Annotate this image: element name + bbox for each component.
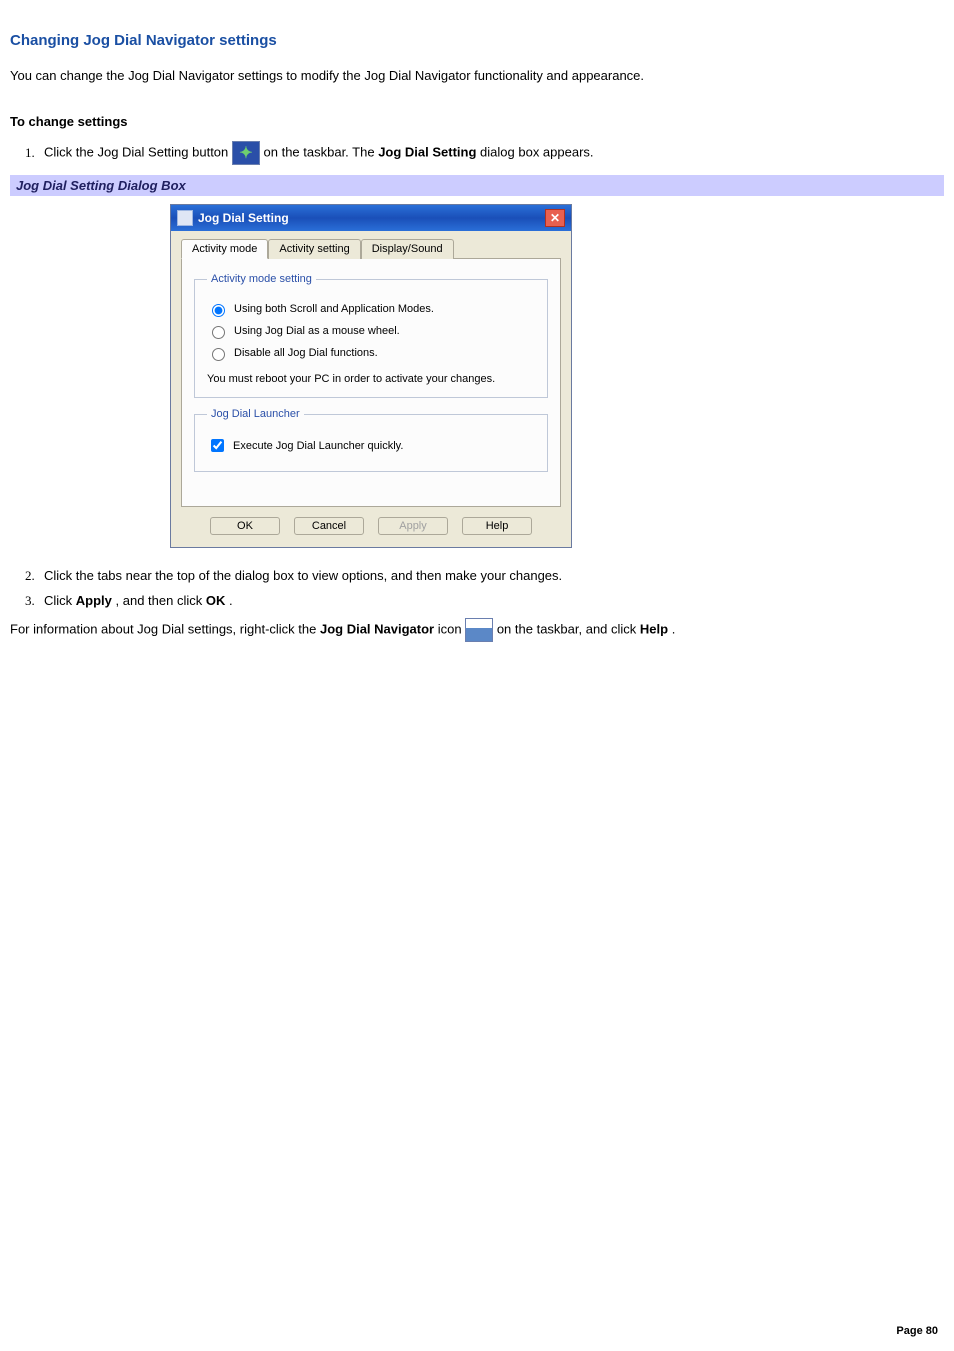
- page-number: Page 80: [896, 1325, 938, 1337]
- step-1-text-a: Click the Jog Dial Setting button: [44, 145, 232, 160]
- step-1: Click the Jog Dial Setting button ✦ on t…: [38, 141, 944, 165]
- activity-mode-legend: Activity mode setting: [207, 273, 316, 285]
- apply-button: Apply: [378, 517, 448, 535]
- step-3-a: Click: [44, 593, 76, 608]
- radio-input-disable[interactable]: [212, 348, 225, 361]
- tab-pane-activity-mode: Activity mode setting Using both Scroll …: [181, 258, 561, 507]
- step-3-c: , and then click: [116, 593, 206, 608]
- dialog-figure: Jog Dial Setting ✕ Activity mode Activit…: [170, 204, 944, 548]
- jog-dial-setting-button-icon: ✦: [232, 141, 260, 165]
- step-3-apply: Apply: [76, 593, 112, 608]
- help-button[interactable]: Help: [462, 517, 532, 535]
- jog-dial-setting-dialog: Jog Dial Setting ✕ Activity mode Activit…: [170, 204, 572, 548]
- step-2: Click the tabs near the top of the dialo…: [38, 568, 944, 583]
- dialog-title: Jog Dial Setting: [198, 211, 289, 225]
- radio-mouse-wheel[interactable]: Using Jog Dial as a mouse wheel.: [207, 323, 535, 339]
- radio-disable[interactable]: Disable all Jog Dial functions.: [207, 345, 535, 361]
- intro-text: You can change the Jog Dial Navigator se…: [10, 67, 944, 85]
- activity-mode-group: Activity mode setting Using both Scroll …: [194, 273, 548, 398]
- figure-caption: Jog Dial Setting Dialog Box: [10, 175, 944, 196]
- jog-dial-navigator-icon: [465, 618, 493, 642]
- tab-row: Activity mode Activity setting Display/S…: [181, 239, 561, 259]
- radio-label-wheel: Using Jog Dial as a mouse wheel.: [234, 325, 400, 337]
- footer-f: .: [672, 622, 676, 637]
- step-3: Click Apply , and then click OK .: [38, 593, 944, 608]
- close-icon[interactable]: ✕: [545, 209, 565, 227]
- footer-e: Help: [640, 622, 668, 637]
- launcher-group: Jog Dial Launcher Execute Jog Dial Launc…: [194, 408, 548, 472]
- footer-b: Jog Dial Navigator: [320, 622, 434, 637]
- footer-c: icon: [438, 622, 465, 637]
- checkbox-execute-quickly[interactable]: Execute Jog Dial Launcher quickly.: [207, 436, 535, 455]
- step-3-ok: OK: [206, 593, 226, 608]
- radio-label-both: Using both Scroll and Application Modes.: [234, 303, 434, 315]
- radio-label-disable: Disable all Jog Dial functions.: [234, 347, 378, 359]
- dialog-buttons: OK Cancel Apply Help: [181, 507, 561, 537]
- tab-activity-setting[interactable]: Activity setting: [268, 239, 360, 259]
- footer-note: For information about Jog Dial settings,…: [10, 618, 944, 642]
- step-1-text-b: on the taskbar. The: [264, 145, 379, 160]
- window-icon: [177, 210, 193, 226]
- step-1-text-d: dialog box appears.: [480, 145, 593, 160]
- tab-activity-mode[interactable]: Activity mode: [181, 239, 268, 259]
- page-title: Changing Jog Dial Navigator settings: [10, 32, 944, 49]
- dialog-titlebar: Jog Dial Setting ✕: [171, 205, 571, 231]
- procedure-heading: To change settings: [10, 113, 944, 131]
- cancel-button[interactable]: Cancel: [294, 517, 364, 535]
- checkbox-input[interactable]: [211, 439, 224, 452]
- steps-list: Click the Jog Dial Setting button ✦ on t…: [38, 141, 944, 165]
- checkbox-label: Execute Jog Dial Launcher quickly.: [233, 440, 403, 452]
- tab-display-sound[interactable]: Display/Sound: [361, 239, 454, 259]
- footer-a: For information about Jog Dial settings,…: [10, 622, 320, 637]
- ok-button[interactable]: OK: [210, 517, 280, 535]
- radio-input-wheel[interactable]: [212, 326, 225, 339]
- step-1-bold: Jog Dial Setting: [378, 145, 476, 160]
- step-3-e: .: [229, 593, 233, 608]
- radio-input-both[interactable]: [212, 304, 225, 317]
- reboot-note: You must reboot your PC in order to acti…: [207, 373, 535, 385]
- steps-list-2: Click the tabs near the top of the dialo…: [38, 568, 944, 608]
- launcher-legend: Jog Dial Launcher: [207, 408, 304, 420]
- radio-both-modes[interactable]: Using both Scroll and Application Modes.: [207, 301, 535, 317]
- footer-d: on the taskbar, and click: [497, 622, 640, 637]
